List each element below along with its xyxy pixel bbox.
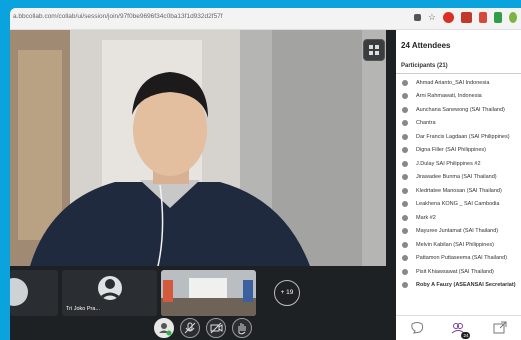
camera-off-icon bbox=[210, 322, 223, 334]
participant-name: Pisit Khiawsawat (SAI Thailand) bbox=[416, 268, 494, 275]
participant-icon bbox=[402, 214, 408, 221]
microphone-button[interactable] bbox=[180, 318, 200, 338]
participant-name: Digna Filler (SAI Philippines) bbox=[416, 147, 486, 154]
list-item[interactable]: Pisit Khiawsawat (SAI Thailand) bbox=[396, 265, 521, 279]
list-item[interactable]: Ahmad Arianto_SAI Indonesia bbox=[396, 76, 521, 90]
attendees-button[interactable]: 24 bbox=[450, 320, 471, 339]
extension-leaf-icon[interactable] bbox=[509, 12, 517, 23]
participant-icon bbox=[402, 174, 408, 181]
thumbnail-tile[interactable]: Tri Joko Pra... bbox=[62, 270, 157, 316]
url-text[interactable]: a.bbcollab.com/collab/ui/session/join/97… bbox=[13, 13, 223, 20]
participant-name: Jirawadee Bunma (SAI Thailand) bbox=[416, 174, 497, 181]
participant-name: Melvin Kabilan (SAI Philippines) bbox=[416, 241, 494, 248]
raise-hand-icon bbox=[238, 323, 246, 335]
panel-footer: 24 bbox=[396, 315, 521, 340]
participant-name: Aunchana Sanewong (SAI Thailand) bbox=[416, 106, 505, 113]
participant-list: Ahmad Arianto_SAI Indonesia Arni Rahmawa… bbox=[396, 76, 521, 292]
participant-icon bbox=[402, 133, 408, 140]
browser-toolbar-icons: ☆ bbox=[413, 12, 517, 23]
participants-header[interactable]: Participants (21) bbox=[401, 63, 448, 69]
participant-icon bbox=[402, 147, 408, 154]
thumbnail-name: Tri Joko Pra... bbox=[66, 306, 101, 312]
thumbnail-tile[interactable] bbox=[10, 270, 58, 316]
thumbnail-tile[interactable] bbox=[161, 270, 256, 316]
room-video-image bbox=[161, 270, 256, 316]
my-status-button[interactable] bbox=[154, 318, 174, 338]
participant-icon bbox=[402, 228, 408, 235]
participant-name: Mayuree Juntamat (SAI Thailand) bbox=[416, 228, 499, 235]
list-item[interactable]: Mayuree Juntamat (SAI Thailand) bbox=[396, 225, 521, 239]
participant-name: Chantra bbox=[416, 120, 436, 127]
list-item[interactable]: Pattamon Puttaseema (SAI Thailand) bbox=[396, 252, 521, 266]
list-item[interactable]: Arni Rahmawati, Indonesia bbox=[396, 90, 521, 104]
participant-name: Ahmad Arianto_SAI Indonesia bbox=[416, 79, 490, 86]
participant-icon bbox=[402, 120, 408, 127]
extension-shield-icon[interactable] bbox=[479, 12, 487, 23]
participant-name: Roby A Fauzy (ASEANSAI Secretariat) bbox=[416, 282, 516, 289]
participant-name: Arni Rahmawati, Indonesia bbox=[416, 93, 482, 100]
list-item[interactable]: Melvin Kabilan (SAI Philippines) bbox=[396, 238, 521, 252]
key-icon[interactable] bbox=[413, 14, 421, 21]
attendee-count-badge: 24 bbox=[461, 332, 471, 339]
extension-green-icon[interactable] bbox=[494, 12, 502, 23]
list-item[interactable]: Kledrtatee Manosan (SAI Thailand) bbox=[396, 184, 521, 198]
list-item[interactable]: Aunchana Sanewong (SAI Thailand) bbox=[396, 103, 521, 117]
participant-avatar-image bbox=[10, 278, 28, 306]
speaker-video-image bbox=[10, 30, 386, 266]
divider bbox=[396, 73, 521, 74]
participant-name: Leakhena KONG _ SAI Cambodia bbox=[416, 201, 500, 208]
main-video bbox=[10, 30, 386, 266]
extension-badge-icon[interactable] bbox=[461, 12, 472, 23]
microphone-off-icon bbox=[184, 322, 196, 334]
participant-icon bbox=[402, 187, 408, 194]
list-item[interactable]: Digna Filler (SAI Philippines) bbox=[396, 144, 521, 158]
list-item[interactable]: Roby A Fauzy (ASEANSAI Secretariat) bbox=[396, 279, 521, 293]
star-icon[interactable]: ☆ bbox=[428, 12, 436, 23]
participant-name: Kledrtatee Manosan (SAI Thailand) bbox=[416, 187, 502, 194]
chat-button[interactable] bbox=[409, 320, 425, 336]
participant-icon bbox=[402, 201, 408, 208]
extension-red-icon[interactable] bbox=[443, 12, 454, 23]
session-toolbar bbox=[10, 318, 396, 340]
panel-title: 24 Attendees bbox=[401, 41, 451, 50]
share-content-button[interactable] bbox=[492, 320, 508, 336]
layout-toggle-button[interactable] bbox=[363, 39, 385, 61]
list-item[interactable]: Chantra bbox=[396, 117, 521, 131]
participant-icon bbox=[402, 268, 408, 275]
participant-name: J.Dulay SAI Philippines #2 bbox=[416, 160, 481, 167]
participant-name: Pattamon Puttaseema (SAI Thailand) bbox=[416, 255, 508, 262]
participant-name: Dar Francis Lagdaan (SAI Philippines) bbox=[416, 133, 510, 140]
list-item[interactable]: Dar Francis Lagdaan (SAI Philippines) bbox=[396, 130, 521, 144]
participant-icon bbox=[402, 282, 408, 289]
participant-icon bbox=[402, 255, 408, 262]
participant-icon bbox=[402, 160, 408, 167]
video-stage: Tri Joko Pra... + 19 bbox=[10, 30, 396, 340]
list-item[interactable]: J.Dulay SAI Philippines #2 bbox=[396, 157, 521, 171]
raise-hand-button[interactable] bbox=[232, 318, 252, 338]
attendees-panel: 24 Attendees Participants (21) Ahmad Ari… bbox=[396, 30, 521, 340]
participant-name: Mark #2 bbox=[416, 214, 436, 221]
screen-frame: a.bbcollab.com/collab/ui/session/join/97… bbox=[0, 0, 521, 340]
list-item[interactable]: Leakhena KONG _ SAI Cambodia bbox=[396, 198, 521, 212]
participant-thumbnails: Tri Joko Pra... + 19 bbox=[10, 270, 396, 318]
participant-icon bbox=[402, 79, 408, 86]
address-bar[interactable]: a.bbcollab.com/collab/ui/session/join/97… bbox=[10, 8, 521, 30]
participant-icon bbox=[402, 106, 408, 113]
list-item[interactable]: Jirawadee Bunma (SAI Thailand) bbox=[396, 171, 521, 185]
participant-icon bbox=[402, 241, 408, 248]
participant-icon bbox=[402, 93, 408, 100]
list-item[interactable]: Mark #2 bbox=[396, 211, 521, 225]
more-participants-button[interactable]: + 19 bbox=[274, 280, 300, 306]
grid-layout-icon bbox=[369, 45, 379, 55]
avatar-status-icon bbox=[159, 323, 172, 336]
share-content-icon bbox=[493, 321, 507, 334]
camera-button[interactable] bbox=[206, 318, 226, 338]
browser-window: a.bbcollab.com/collab/ui/session/join/97… bbox=[10, 8, 521, 340]
chat-icon bbox=[411, 322, 423, 334]
